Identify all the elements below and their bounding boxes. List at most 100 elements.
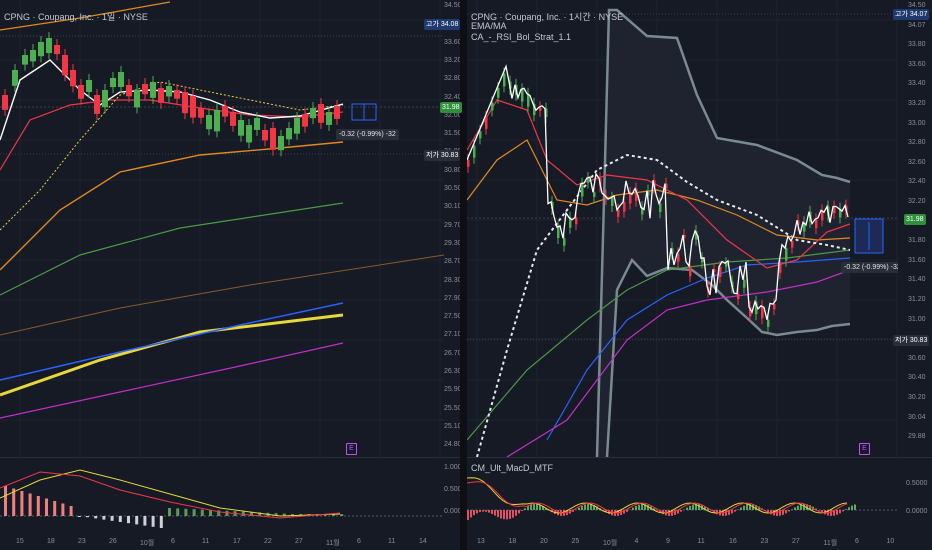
left-price-pane[interactable]: CPNG · Coupang, Inc. · 1일 · NYSE E -0.32… (0, 0, 444, 457)
price-axis-tick: 34.07 (908, 21, 926, 29)
price-axis-tick: 32.80 (908, 139, 926, 147)
macd-bar (839, 510, 841, 514)
right-change-label: -0.32 (-0.99%) -32 (841, 262, 898, 273)
macd-bar (184, 508, 188, 516)
candle (581, 183, 584, 197)
macd-line (467, 481, 848, 514)
right-date-axis[interactable]: 13 18 20 25 10월 4 9 11 16 23 27 11월 6 10 (467, 534, 898, 550)
left-pane-divider[interactable] (0, 457, 460, 458)
macd-bar (638, 504, 640, 510)
date-axis-tick: 22 (264, 538, 272, 545)
macd-bar (788, 510, 790, 512)
candle (659, 203, 662, 213)
right-price-axis[interactable]: 34.50 34.07 33.80 33.60 33.40 33.20 33.00 32.80… (898, 0, 932, 457)
macd-bar (743, 505, 745, 510)
macd-bar (20, 491, 24, 516)
price-axis-tick: 31.80 (908, 237, 926, 245)
pane-separator[interactable] (460, 0, 467, 550)
candle (815, 219, 818, 229)
price-axis-tick: 30.60 (908, 354, 926, 362)
macd-bar (45, 498, 48, 516)
candle (677, 253, 680, 262)
left-low-tag: 저가 30.83 (424, 150, 461, 161)
macd-bar (110, 516, 114, 521)
right-price-chart[interactable] (467, 0, 898, 457)
price-axis-tick: 33.60 (908, 60, 926, 68)
price-axis-tick: 30.40 (908, 374, 926, 382)
macd-bar (509, 510, 511, 519)
macd-bar (530, 504, 532, 510)
indicator-ema-ma[interactable]: EMA/MA (471, 21, 507, 31)
date-axis-tick: 18 (47, 538, 55, 545)
macd-bar (626, 510, 628, 512)
candle (12, 70, 18, 86)
right-macd-axis: 0.5000 0.0000 (898, 458, 932, 534)
indicator-rsi-bol[interactable]: CA_-_RSI_Bol_Strat_1.1 (471, 32, 571, 42)
right-low-tag: 저가 30.83 (893, 335, 930, 346)
macd-bar (491, 510, 493, 514)
earnings-icon[interactable]: E (859, 443, 870, 455)
macd-indicator-title[interactable]: CM_Ult_MacD_MTF (471, 463, 553, 473)
date-axis-tick: 11 (697, 538, 705, 545)
right-price-pane[interactable]: CPNG · Coupang, Inc. · 1시간 · NYSE EMA/MA… (467, 0, 898, 457)
candle (94, 95, 100, 114)
price-axis-tick: 30.04 (908, 413, 926, 421)
candle (174, 90, 180, 99)
candle (294, 118, 300, 134)
macd-bar (94, 516, 98, 519)
macd-bar (159, 516, 163, 528)
price-axis-tick: 26.30 (444, 368, 460, 375)
date-axis-tick: 11월 (823, 540, 838, 547)
date-axis-tick: 23 (760, 538, 769, 545)
left-date-axis[interactable]: 15 18 23 26 10월 6 11 17 22 27 11월 6 11 14 (0, 534, 444, 550)
macd-bar (482, 510, 484, 512)
left-macd-pane[interactable] (0, 458, 444, 534)
left-price-axis[interactable]: 34.5034.0833.6033.2032.8032.4032.0031.50… (444, 0, 460, 457)
right-pane-divider[interactable] (467, 457, 932, 458)
price-axis-tick: 34.50 (444, 2, 460, 9)
price-axis-tick: 30.80 (444, 166, 460, 174)
macd-bar (689, 505, 691, 510)
candle (214, 110, 220, 132)
candle (110, 78, 116, 88)
macd-bar (515, 510, 517, 516)
left-price-tag: 31.98 (440, 102, 462, 113)
macd-bar (479, 510, 481, 513)
date-axis-tick: 6 (855, 538, 859, 545)
candle (46, 38, 52, 54)
price-axis-tick: 32.60 (908, 158, 926, 166)
candle (623, 202, 626, 212)
macd-bar (740, 507, 742, 510)
price-axis-tick: 27.10 (444, 331, 460, 339)
macd-bar (209, 510, 212, 516)
macd-bar (737, 509, 739, 510)
earnings-icon[interactable]: E (346, 443, 357, 455)
right-macd-pane[interactable]: CM_Ult_MacD_MTF (467, 458, 898, 534)
macd-bar (77, 516, 81, 517)
macd-bar (225, 510, 229, 516)
candle (485, 116, 488, 129)
date-axis-tick: 4 (634, 538, 639, 545)
ma-brown (0, 254, 444, 336)
price-axis-tick: 33.40 (908, 80, 926, 88)
candle (557, 227, 560, 239)
macd-bar (200, 509, 204, 516)
macd-bar (176, 508, 180, 516)
candle (30, 50, 36, 62)
left-price-chart[interactable] (0, 0, 444, 457)
candle (479, 131, 482, 139)
left-macd-chart[interactable] (0, 458, 444, 534)
price-axis-tick: 33.80 (908, 41, 926, 49)
macd-bar (845, 509, 847, 510)
macd-axis-tick: 0.0000 (444, 508, 460, 515)
macd-bar (61, 503, 65, 516)
price-axis-tick: 31.60 (908, 256, 926, 264)
macd-bar (842, 510, 844, 512)
price-axis-tick: 27.90 (444, 294, 460, 302)
candle (142, 84, 148, 95)
left-macd-axis: 1.0000 0.5000 0.0000 (444, 458, 460, 534)
macd-signal (467, 477, 848, 514)
candle (198, 108, 204, 118)
macd-axis-tick: 0.5000 (906, 480, 928, 487)
price-axis-tick: 26.70 (444, 349, 460, 357)
